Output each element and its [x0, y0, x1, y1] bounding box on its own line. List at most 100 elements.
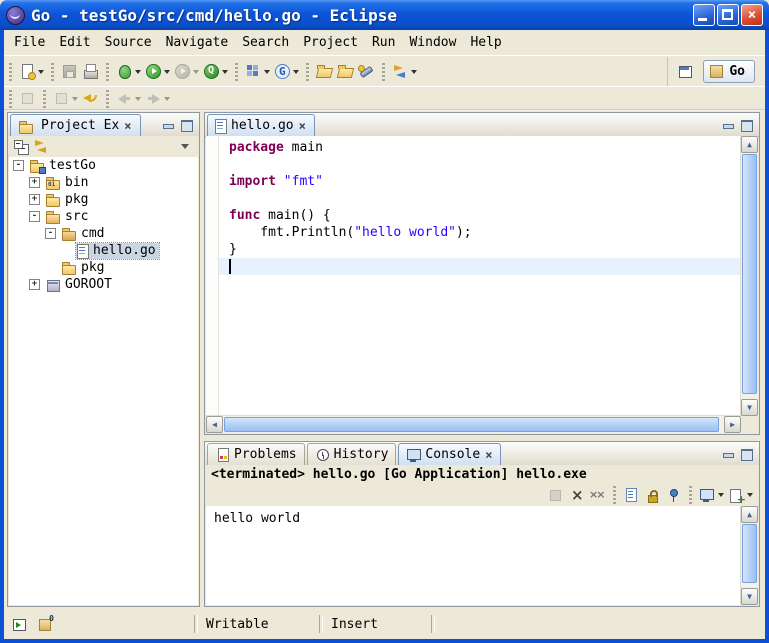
toolbar-grip[interactable]	[106, 90, 109, 108]
menu-run[interactable]: Run	[366, 33, 401, 52]
close-icon[interactable]: ×	[298, 120, 307, 132]
minimize-view-button[interactable]	[160, 117, 178, 133]
dropdown-arrow-icon[interactable]	[293, 70, 299, 74]
menu-project[interactable]: Project	[297, 33, 364, 52]
forward-button[interactable]	[143, 87, 172, 111]
go-perspective-button[interactable]: Go	[703, 60, 755, 83]
toolbar-grip[interactable]	[9, 90, 12, 108]
editor-vertical-scrollbar[interactable]: ▲ ▼	[740, 136, 758, 416]
menu-source[interactable]: Source	[99, 33, 158, 52]
collapse-expander-icon[interactable]: -	[45, 228, 56, 239]
menu-navigate[interactable]: Navigate	[160, 33, 235, 52]
tree-item-src[interactable]: - src	[9, 208, 198, 225]
tab-history[interactable]: History	[307, 443, 397, 465]
open-folder-button[interactable]	[314, 60, 335, 84]
scroll-up-button[interactable]: ▲	[741, 136, 758, 153]
open-console-button[interactable]	[726, 483, 755, 507]
run-button[interactable]	[143, 60, 172, 84]
dropdown-arrow-icon[interactable]	[38, 70, 44, 74]
fast-view-icon[interactable]	[12, 616, 29, 633]
scroll-down-button[interactable]: ▼	[741, 588, 758, 605]
scroll-right-button[interactable]: ▶	[724, 416, 741, 433]
link-with-editor-button[interactable]	[32, 135, 53, 159]
save-button[interactable]	[59, 60, 80, 84]
new-go-project-button[interactable]	[243, 60, 272, 84]
remove-all-launches-button[interactable]	[587, 483, 608, 507]
tree-item-testgo[interactable]: - testGo	[9, 157, 198, 174]
maximize-button[interactable]	[717, 4, 739, 26]
scroll-lock-button[interactable]	[642, 483, 663, 507]
pin-editor-button[interactable]	[17, 87, 38, 111]
new-go-element-button[interactable]	[272, 60, 301, 84]
tab-project-explorer[interactable]: Project Ex ×	[10, 114, 141, 136]
toolbar-grip[interactable]	[51, 63, 54, 81]
console-output[interactable]: hello world ▲ ▼	[206, 506, 758, 605]
open-perspective-button[interactable]	[676, 60, 697, 84]
code-area[interactable]: package main import "fmt" func main() { …	[219, 136, 741, 416]
trim-go-icon[interactable]	[37, 616, 54, 633]
dropdown-arrow-icon[interactable]	[164, 70, 170, 74]
toolbar-grip[interactable]	[43, 90, 46, 108]
dropdown-arrow-icon[interactable]	[164, 97, 170, 101]
menu-edit[interactable]: Edit	[53, 33, 96, 52]
toolbar-grip[interactable]	[689, 486, 692, 504]
back-button[interactable]	[114, 87, 143, 111]
toolbar-grip[interactable]	[382, 63, 385, 81]
menu-file[interactable]: File	[8, 33, 51, 52]
annotation-ruler[interactable]	[206, 136, 219, 416]
tab-problems[interactable]: Problems	[207, 443, 305, 465]
tree-item-bin[interactable]: + 01bin	[9, 174, 198, 191]
title-bar[interactable]: Go - testGo/src/cmd/hello.go - Eclipse ×	[0, 0, 769, 30]
scroll-down-button[interactable]: ▼	[741, 399, 758, 416]
dropdown-arrow-icon[interactable]	[193, 70, 199, 74]
scroll-up-button[interactable]: ▲	[741, 506, 758, 523]
pin-console-button[interactable]	[663, 483, 684, 507]
maximize-view-button[interactable]	[738, 117, 756, 133]
profile-button[interactable]	[172, 60, 201, 84]
terminate-button[interactable]	[545, 483, 566, 507]
minimize-button[interactable]	[693, 4, 715, 26]
tree-item-cmd[interactable]: - cmd	[9, 225, 198, 242]
menu-window[interactable]: Window	[403, 33, 462, 52]
dropdown-arrow-icon[interactable]	[135, 97, 141, 101]
toolbar-grip[interactable]	[106, 63, 109, 81]
expand-expander-icon[interactable]: +	[29, 177, 40, 188]
last-edit-location-button[interactable]	[80, 87, 101, 111]
toolbar-grip[interactable]	[235, 63, 238, 81]
close-icon[interactable]: ×	[123, 120, 132, 132]
team-sync-button[interactable]	[390, 60, 419, 84]
dropdown-arrow-icon[interactable]	[411, 70, 417, 74]
menu-help[interactable]: Help	[464, 33, 507, 52]
tree-item-src-pkg[interactable]: pkg	[9, 259, 198, 276]
external-tools-button[interactable]	[201, 60, 230, 84]
toolbar-grip[interactable]	[613, 486, 616, 504]
close-icon[interactable]: ×	[484, 449, 493, 461]
dropdown-arrow-icon[interactable]	[264, 70, 270, 74]
new-wizard-button[interactable]	[17, 60, 46, 84]
scrollbar-thumb[interactable]	[742, 154, 757, 394]
maximize-view-button[interactable]	[178, 117, 196, 133]
scroll-left-button[interactable]: ◀	[206, 416, 223, 433]
tree-item-goroot[interactable]: + GOROOT	[9, 276, 198, 293]
close-button[interactable]: ×	[741, 4, 763, 26]
editor-horizontal-scrollbar[interactable]: ◀ ▶	[206, 415, 741, 433]
toolbar-grip[interactable]	[306, 63, 309, 81]
debug-button[interactable]	[114, 60, 143, 84]
dropdown-arrow-icon[interactable]	[72, 97, 78, 101]
menu-search[interactable]: Search	[236, 33, 295, 52]
clear-console-button[interactable]	[621, 483, 642, 507]
minimize-view-button[interactable]	[720, 117, 738, 133]
maximize-view-button[interactable]	[738, 446, 756, 462]
dropdown-arrow-icon[interactable]	[718, 493, 724, 497]
tab-console[interactable]: Console ×	[398, 443, 501, 465]
scrollbar-thumb[interactable]	[224, 417, 719, 432]
display-selected-console-button[interactable]	[697, 483, 726, 507]
dropdown-arrow-icon[interactable]	[222, 70, 228, 74]
next-annotation-button[interactable]	[51, 87, 80, 111]
expand-expander-icon[interactable]: +	[29, 279, 40, 290]
tree-item-hello-go[interactable]: hello.go	[9, 242, 198, 259]
dropdown-arrow-icon[interactable]	[747, 493, 753, 497]
scrollbar-thumb[interactable]	[742, 524, 757, 583]
tree-item-pkg[interactable]: + pkg	[9, 191, 198, 208]
toolbar-grip[interactable]	[9, 63, 12, 81]
